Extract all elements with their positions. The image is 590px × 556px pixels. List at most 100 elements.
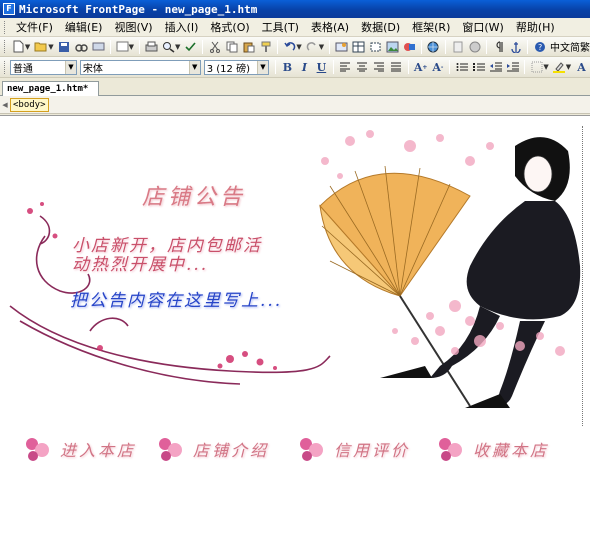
numbered-list-icon[interactable] [455,60,468,74]
open-folder-icon[interactable] [34,40,48,54]
toolbar-separator [486,39,488,54]
menu-help[interactable]: 帮助(H) [510,19,561,35]
hyperlink-globe-icon[interactable] [427,40,440,54]
insert-picture-icon[interactable] [386,40,399,54]
menu-view[interactable]: 视图(V) [108,19,158,35]
folder-list-icon[interactable] [116,40,129,54]
underline-icon[interactable]: U [315,60,328,74]
bullet-list-icon[interactable] [472,60,485,74]
design-view-canvas[interactable]: 店铺公告 小店新开，店内包邮活 动热烈开展中... 把公告内容在这里写上... … [0,115,590,556]
redo-icon[interactable] [306,40,319,54]
tag-nav-left-icon[interactable]: ◀ [0,101,10,109]
title-bar: F Microsoft FrontPage - new_page_1.htm [0,0,590,18]
toolbar-separator [332,60,334,74]
undo-icon[interactable] [283,40,296,54]
chevron-down-icon[interactable]: ▼ [64,60,76,74]
publish-icon[interactable] [92,40,105,54]
nav-enter-store-label: 进入本店 [60,441,137,460]
print-icon[interactable] [145,40,158,54]
new-dropdown-icon[interactable]: ▼ [25,43,30,51]
decrease-indent-icon[interactable] [489,60,502,74]
document-tab-row: new_page_1.htm* [0,78,590,96]
menu-grip[interactable] [4,20,7,34]
help-icon[interactable]: ? [533,40,546,54]
preview-icon[interactable] [162,40,175,54]
decrease-font-icon[interactable]: A- [431,60,444,74]
folder-list-dropdown-icon[interactable]: ▼ [129,43,134,51]
toolbar-grip[interactable] [4,60,7,74]
bookmark-anchor-icon[interactable] [509,40,522,54]
nav-bookmark-store-label: 收藏本店 [473,441,550,460]
toolbar-separator [202,39,204,54]
menu-edit[interactable]: 编辑(E) [59,19,109,35]
insert-layer-icon[interactable] [369,40,382,54]
increase-indent-icon[interactable] [506,60,519,74]
menu-data[interactable]: 数据(D) [355,19,406,35]
chinese-conversion-button[interactable]: 中文简繁 [550,39,590,54]
chevron-down-icon[interactable]: ▼ [256,60,268,74]
standard-toolbar: ▼ ▼ ▼ ▼ ▼ ▼ ? 中文简繁 [0,37,590,57]
menu-tools[interactable]: 工具(T) [256,19,305,35]
menu-file[interactable]: 文件(F) [10,19,59,35]
toolbar-separator [407,60,409,74]
nav-store-intro[interactable]: 店铺介绍 [155,434,269,464]
nav-enter-store[interactable]: 进入本店 [22,434,136,464]
show-all-icon[interactable] [492,40,505,54]
bold-icon[interactable]: B [281,60,294,74]
redo-dropdown-icon[interactable]: ▼ [319,43,324,51]
search-icon[interactable] [74,40,88,54]
nav-bookmark-store[interactable]: 收藏本店 [435,434,549,464]
web-component-icon[interactable] [335,40,348,54]
style-select[interactable]: 普通 ▼ [9,59,77,75]
highlight-dropdown-icon[interactable]: ▼ [566,63,571,71]
nav-store-intro-label: 店铺介绍 [193,441,270,460]
stop-icon[interactable] [468,40,481,54]
spelling-icon[interactable] [184,40,197,54]
frontpage-app-icon[interactable]: F [3,3,15,15]
justify-icon[interactable] [390,60,403,74]
italic-icon[interactable]: I [298,60,311,74]
align-center-icon[interactable] [356,60,369,74]
increase-font-icon[interactable]: A + [414,60,428,74]
align-left-icon[interactable] [339,60,352,74]
chevron-down-icon[interactable]: ▼ [188,60,200,74]
undo-dropdown-icon[interactable]: ▼ [296,43,301,51]
body-tag-button[interactable]: <body> [10,97,49,112]
menu-insert[interactable]: 插入(I) [159,19,205,35]
refresh-icon[interactable] [451,40,464,54]
window-title: Microsoft FrontPage - new_page_1.htm [19,2,258,16]
insert-table-icon[interactable] [352,40,365,54]
insert-drawing-icon[interactable] [403,40,416,54]
toolbar-separator [329,39,331,54]
flower-icon [300,438,323,461]
menu-frames[interactable]: 框架(R) [406,19,456,35]
paste-icon[interactable] [242,40,255,54]
notice-placeholder-text: 把公告内容在这里写上... [70,291,283,311]
style-value: 普通 [12,63,33,75]
toolbar-grip[interactable] [4,40,7,53]
toolbar-separator [527,39,529,54]
nav-credit-rating[interactable]: 信用评价 [296,434,410,464]
copy-icon[interactable] [225,40,238,54]
svg-text:?: ? [538,43,542,52]
menu-window[interactable]: 窗口(W) [456,19,509,35]
menu-format[interactable]: 格式(O) [204,19,255,35]
menu-table[interactable]: 表格(A) [305,19,355,35]
toolbar-separator [421,39,423,54]
borders-icon[interactable] [530,60,543,74]
font-size-select[interactable]: 3 (12 磅) ▼ [203,59,269,75]
save-icon[interactable] [58,40,71,54]
tab-new-page-1[interactable]: new_page_1.htm* [2,81,100,96]
preview-dropdown-icon[interactable]: ▼ [175,43,180,51]
font-color-icon[interactable]: A [575,60,588,74]
align-right-icon[interactable] [373,60,386,74]
new-page-icon[interactable] [12,40,25,54]
format-painter-icon[interactable] [259,40,272,54]
menu-bar: 文件(F) 编辑(E) 视图(V) 插入(I) 格式(O) 工具(T) 表格(A… [0,18,590,37]
font-select[interactable]: 宋体 ▼ [79,59,201,75]
highlight-icon[interactable] [553,60,566,74]
borders-dropdown-icon[interactable]: ▼ [543,63,548,71]
open-dropdown-icon[interactable]: ▼ [48,43,53,51]
toolbar-separator [449,60,451,74]
cut-icon[interactable] [208,40,221,54]
